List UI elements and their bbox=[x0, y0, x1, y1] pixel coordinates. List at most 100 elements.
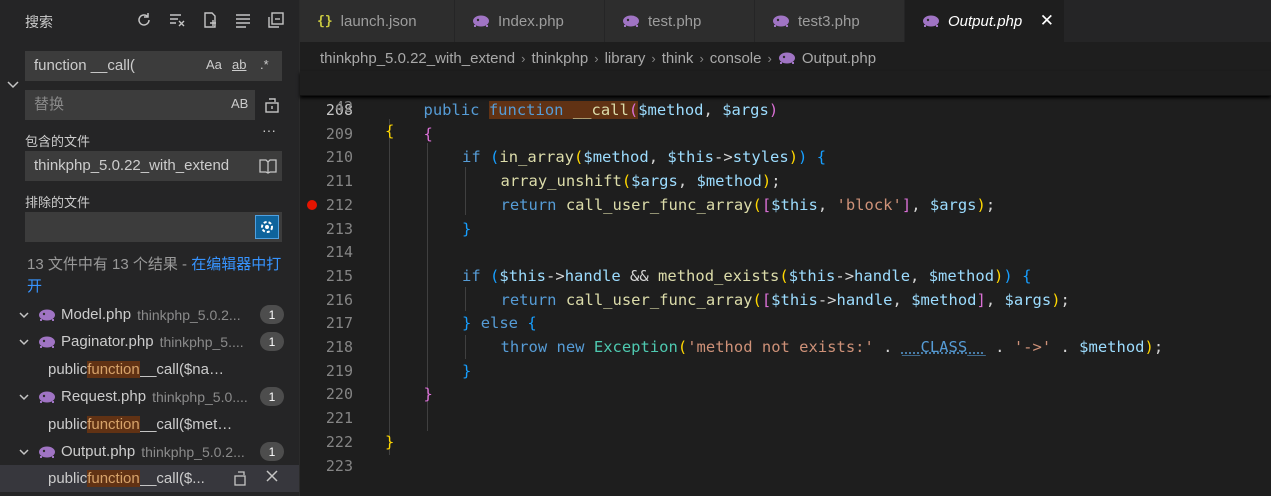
replace-icon[interactable] bbox=[233, 469, 249, 491]
tab-bar: {} launch.json Index.php test.php test3.php O… bbox=[300, 0, 1271, 42]
clear-results-icon[interactable] bbox=[167, 10, 186, 29]
code-line[interactable]: 216 return call_user_func_array([$this->h… bbox=[300, 288, 1271, 312]
breadcrumb-item[interactable]: thinkphp_5.0.22_with_extend bbox=[320, 50, 515, 67]
code-token: call_user_func_array bbox=[565, 195, 753, 214]
sidebar-actions bbox=[134, 10, 285, 29]
code-token: if bbox=[462, 148, 481, 167]
code-line[interactable]: 209{ bbox=[300, 122, 1271, 146]
code-line[interactable]: 215 if ($this->handle && method_exists($t… bbox=[300, 264, 1271, 288]
code-line[interactable]: 218 throw new Exception('method not exist… bbox=[300, 335, 1271, 359]
code-token: 'method not exists:' bbox=[687, 338, 874, 356]
code-line[interactable]: 212 return call_user_func_array([$this, '… bbox=[300, 193, 1271, 217]
code-token: ) bbox=[768, 101, 779, 119]
result-file-row[interactable]: Request.php thinkphp_5.0.... 1 bbox=[0, 383, 299, 410]
use-regex-toggle[interactable]: .* bbox=[260, 57, 269, 72]
code-line[interactable]: 214 bbox=[300, 240, 1271, 264]
php-icon bbox=[922, 15, 940, 27]
breadcrumb-item[interactable]: console bbox=[710, 50, 762, 67]
chevron-down-icon[interactable] bbox=[16, 446, 32, 458]
match-suffix: __call($... bbox=[139, 470, 205, 488]
code-token: -> bbox=[817, 290, 837, 309]
line-number: 217 bbox=[325, 314, 353, 333]
collapse-all-icon[interactable] bbox=[266, 10, 285, 29]
result-file-name: Output.php bbox=[61, 443, 136, 460]
code-token: handle bbox=[564, 266, 621, 285]
code-text: if ($this->handle && method_exists($this… bbox=[462, 264, 1031, 288]
new-search-editor-icon[interactable] bbox=[200, 10, 219, 29]
tab-launch-json[interactable]: {} launch.json bbox=[300, 0, 455, 42]
code-token: ( bbox=[574, 148, 584, 167]
code-token: } bbox=[385, 432, 395, 451]
code-line[interactable]: 219} bbox=[300, 359, 1271, 383]
line-number: 42 bbox=[334, 98, 353, 116]
refresh-icon[interactable] bbox=[134, 10, 153, 29]
code-token: $args bbox=[631, 172, 678, 191]
code-token: __CLASS__ bbox=[901, 338, 986, 356]
code-token: $this bbox=[667, 148, 715, 167]
tab-output-php[interactable]: Output.php ✕ bbox=[905, 0, 1065, 42]
code-token: ) bbox=[1144, 338, 1154, 356]
code-line[interactable]: 217} else { bbox=[300, 311, 1271, 335]
code-token: new bbox=[556, 338, 585, 356]
dismiss-icon[interactable] bbox=[265, 469, 279, 491]
view-as-list-icon[interactable] bbox=[233, 10, 252, 29]
result-file-row[interactable]: Model.php thinkphp_5.0.2... 1 bbox=[0, 301, 299, 328]
chevron-down-icon[interactable] bbox=[16, 309, 32, 321]
code-token: $method bbox=[696, 172, 762, 191]
code-line[interactable]: 213} bbox=[300, 217, 1271, 241]
code-token: { bbox=[816, 148, 827, 167]
search-input[interactable] bbox=[34, 57, 194, 74]
code-line[interactable]: 221 bbox=[300, 406, 1271, 430]
code-token: ; bbox=[771, 172, 781, 191]
code-line[interactable]: 210 if (in_array($method, $this->styles))… bbox=[300, 145, 1271, 169]
use-exclude-settings-icon[interactable] bbox=[255, 215, 279, 239]
php-icon bbox=[38, 336, 58, 348]
result-match-row[interactable]: public function __call($method, $... bbox=[0, 411, 299, 438]
code-text: array_unshift($args, $method); bbox=[501, 169, 781, 193]
chevron-right-icon: › bbox=[699, 50, 704, 66]
tab-label: Index.php bbox=[498, 12, 564, 30]
tab-test-php[interactable]: test.php bbox=[605, 0, 755, 42]
exclude-input[interactable] bbox=[34, 218, 194, 235]
toggle-search-details-icon[interactable]: ··· bbox=[262, 122, 276, 138]
code-token: -> bbox=[835, 266, 855, 285]
match-count-badge: 1 bbox=[260, 387, 284, 407]
tab-test3-php[interactable]: test3.php bbox=[755, 0, 905, 42]
open-editors-only-icon[interactable] bbox=[259, 158, 277, 178]
breadcrumb-item[interactable]: Output.php bbox=[802, 50, 876, 67]
chevron-down-icon[interactable] bbox=[16, 391, 32, 403]
include-input[interactable] bbox=[34, 157, 254, 174]
code-line[interactable]: 211 array_unshift($args, $method); bbox=[300, 169, 1271, 193]
result-match-row[interactable]: public function __call($... bbox=[0, 465, 299, 493]
sticky-scroll-line[interactable]: 42 { bbox=[300, 71, 1271, 140]
match-case-toggle[interactable]: Aa bbox=[206, 57, 222, 72]
code-token: -> bbox=[546, 266, 565, 285]
code-text: throw new Exception('method not exists:'… bbox=[501, 335, 1164, 359]
result-file-row[interactable]: Paginator.php thinkphp_5.... 1 bbox=[0, 328, 299, 355]
match-whole-word-toggle[interactable]: ab bbox=[232, 57, 246, 72]
code-text: } bbox=[462, 359, 471, 383]
replace-all-icon[interactable] bbox=[263, 96, 281, 118]
breadcrumb-item[interactable]: library bbox=[605, 50, 646, 67]
preserve-case-toggle[interactable]: AB bbox=[231, 96, 248, 111]
code-token: __call bbox=[572, 101, 629, 119]
search-field: Aa ab .* bbox=[25, 51, 282, 81]
code-line[interactable]: 208public function __call($method, $args… bbox=[300, 98, 1271, 122]
code-token: , bbox=[677, 172, 697, 191]
chevron-down-icon[interactable] bbox=[16, 336, 32, 348]
result-file-row[interactable]: Output.php thinkphp_5.0.2... 1 bbox=[0, 438, 299, 465]
code-line[interactable]: 220} bbox=[300, 382, 1271, 406]
code-token: handle bbox=[854, 266, 911, 285]
code-text: if (in_array($method, $this->styles)) { bbox=[462, 145, 826, 169]
code-line[interactable]: 222} bbox=[300, 430, 1271, 454]
breadcrumb-item[interactable]: think bbox=[662, 50, 694, 67]
toggle-replace-chevron-icon[interactable] bbox=[6, 78, 20, 96]
replace-input[interactable] bbox=[34, 96, 194, 113]
code-token: } bbox=[462, 361, 472, 380]
code-token: ; bbox=[1153, 338, 1164, 356]
result-match-row[interactable]: public function __call($name, $ar... bbox=[0, 356, 299, 383]
code-line[interactable]: 223 bbox=[300, 454, 1271, 478]
breadcrumb-item[interactable]: thinkphp bbox=[532, 50, 589, 67]
tab-index-php[interactable]: Index.php bbox=[455, 0, 605, 42]
close-icon[interactable]: ✕ bbox=[1040, 11, 1054, 31]
